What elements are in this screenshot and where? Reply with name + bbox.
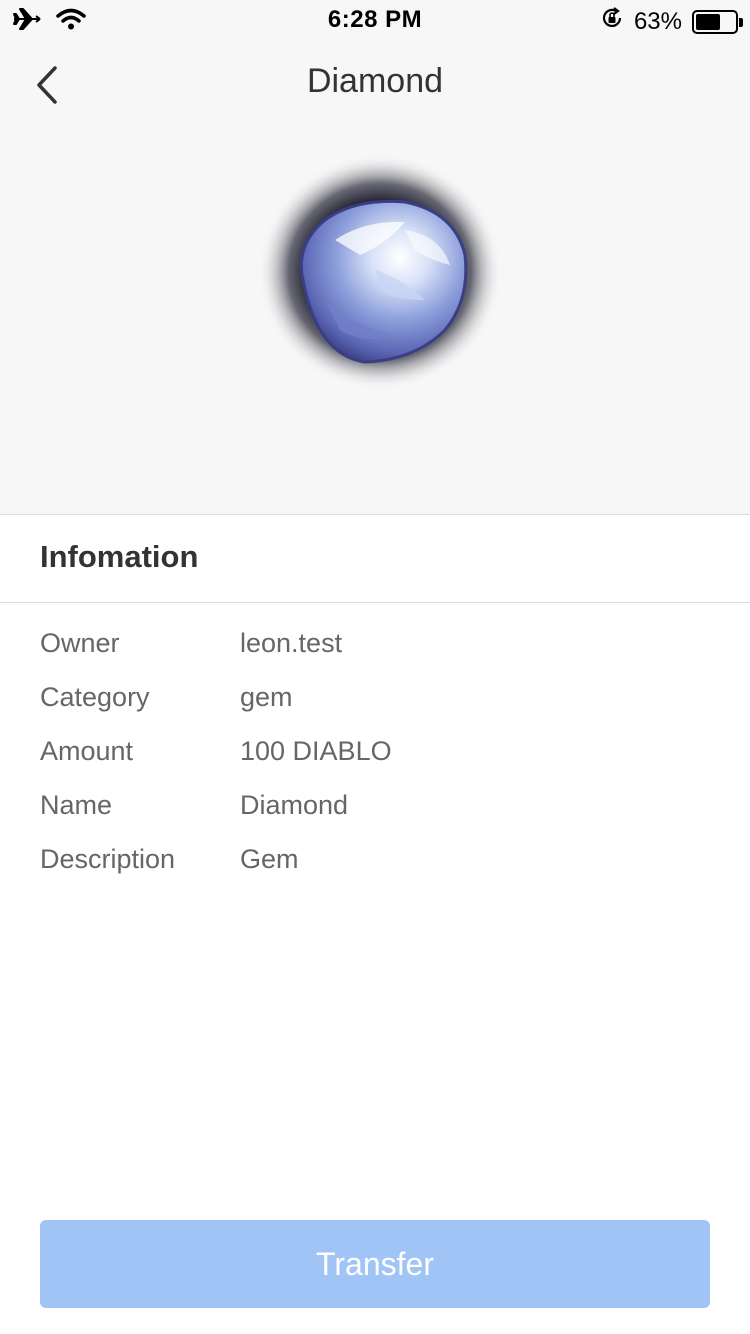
info-value: leon.test (240, 628, 343, 658)
page-title: Diamond (306, 62, 444, 100)
info-row-description: Description Gem (40, 834, 710, 888)
info-value: gem (240, 682, 293, 712)
info-label: Name (40, 790, 113, 820)
item-detail-page: 6:28 PM 63% Diamond Infomation Owner leo… (0, 0, 750, 1334)
info-row-category: Category gem (40, 672, 710, 726)
info-section-header: Infomation (0, 515, 750, 603)
battery-percent: 63% (633, 7, 682, 35)
battery-nub (739, 17, 743, 27)
info-row-amount: Amount 100 DIABLO (40, 726, 710, 780)
transfer-button[interactable]: Transfer (40, 1220, 710, 1308)
info-list: Owner leon.test Category gem Amount 100 … (40, 618, 710, 888)
info-row-owner: Owner leon.test (40, 618, 710, 672)
diamond-gem-icon (255, 150, 505, 400)
info-row-name: Name Diamond (40, 780, 710, 834)
info-label: Category (40, 682, 150, 712)
info-label: Description (40, 844, 176, 874)
battery-icon (692, 9, 743, 34)
info-title: Infomation (40, 539, 199, 574)
info-label: Amount (40, 736, 134, 766)
info-value: Gem (240, 844, 299, 874)
battery-level-fill (696, 13, 720, 30)
info-value: Diamond (240, 790, 349, 820)
rotation-lock-icon (600, 6, 624, 37)
info-value: 100 DIABLO (240, 736, 392, 766)
status-right: 63% (600, 6, 743, 37)
status-bar: 6:28 PM 63% (0, 0, 750, 40)
item-header-area: 6:28 PM 63% Diamond (0, 0, 750, 515)
info-label: Owner (40, 628, 120, 658)
